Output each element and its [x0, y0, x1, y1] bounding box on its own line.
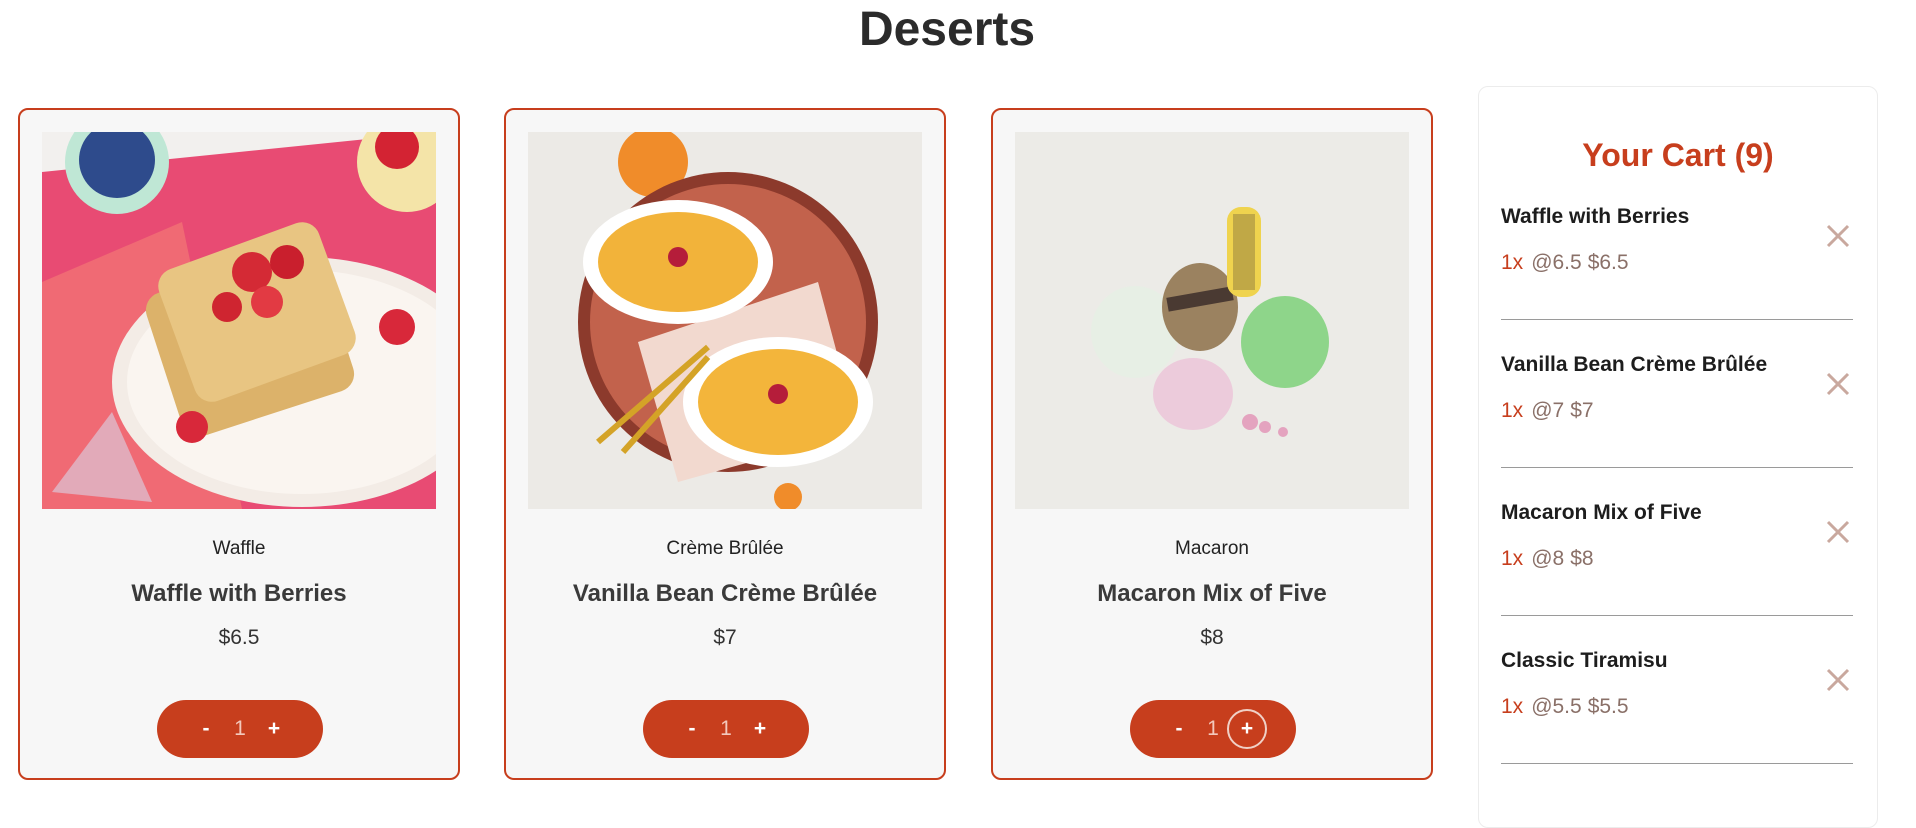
- cart-item: Vanilla Bean Crème Brûlée 1x @7 $7: [1501, 353, 1853, 468]
- increment-button[interactable]: +: [1227, 709, 1267, 749]
- product-card-waffle: Waffle Waffle with Berries $6.5 - 1 +: [18, 108, 460, 780]
- quantity-stepper: - 1 +: [157, 700, 323, 758]
- cart-item: Waffle with Berries 1x @6.5 $6.5: [1501, 205, 1853, 320]
- cart-item-quantity: 1x: [1501, 695, 1524, 718]
- cart-panel: Your Cart (9) Waffle with Berries 1x @6.5…: [1478, 86, 1878, 828]
- product-price: $8: [1200, 626, 1224, 649]
- cart-item: Macaron Mix of Five 1x @8 $8: [1501, 501, 1853, 616]
- cart-item-name: Vanilla Bean Crème Brûlée: [1501, 353, 1768, 376]
- quantity-stepper: - 1 +: [643, 700, 809, 758]
- product-name: Waffle with Berries: [131, 580, 347, 607]
- product-category: Crème Brûlée: [666, 538, 784, 559]
- cart-item-total: $7: [1570, 399, 1594, 422]
- cart-item-unit-price: @5.5: [1531, 695, 1582, 718]
- cart-item-unit-price: @6.5: [1531, 251, 1582, 274]
- cart-item-quantity: 1x: [1501, 547, 1524, 570]
- close-icon[interactable]: [1823, 517, 1853, 547]
- cart-item-total: $6.5: [1587, 251, 1629, 274]
- cart-item-name: Waffle with Berries: [1501, 205, 1690, 228]
- cart-item-total: $5.5: [1587, 695, 1629, 718]
- increment-button[interactable]: +: [740, 709, 780, 749]
- cart-item-name: Classic Tiramisu: [1501, 649, 1668, 672]
- close-icon[interactable]: [1823, 369, 1853, 399]
- quantity-stepper: - 1 +: [1130, 700, 1296, 758]
- cart-item-unit-price: @7: [1531, 399, 1565, 422]
- product-card-creme-brulee: Crème Brûlée Vanilla Bean Crème Brûlée $…: [504, 108, 946, 780]
- page-title: Deserts: [858, 3, 1036, 56]
- cart-title: Your Cart (9): [1582, 137, 1774, 173]
- product-price: $7: [713, 626, 737, 649]
- cart-item-total: $8: [1570, 547, 1594, 570]
- creme-brulee-image: [528, 132, 922, 509]
- product-name: Macaron Mix of Five: [1097, 580, 1327, 607]
- product-category: Macaron: [1175, 538, 1249, 559]
- increment-button[interactable]: +: [254, 709, 294, 749]
- cart-item-unit-price: @8: [1531, 547, 1565, 570]
- product-category: Waffle: [212, 538, 266, 559]
- product-card-macaron: Macaron Macaron Mix of Five $8 - 1 +: [991, 108, 1433, 780]
- close-icon[interactable]: [1823, 221, 1853, 251]
- macaron-image: [1015, 132, 1409, 509]
- product-name: Vanilla Bean Crème Brûlée: [572, 580, 878, 607]
- product-price: $6.5: [218, 626, 260, 649]
- cart-item-quantity: 1x: [1501, 399, 1524, 422]
- waffle-image: [42, 132, 436, 509]
- cart-item-quantity: 1x: [1501, 251, 1524, 274]
- cart-item-name: Macaron Mix of Five: [1501, 501, 1702, 524]
- cart-item: Classic Tiramisu 1x @5.5 $5.5: [1501, 649, 1853, 764]
- close-icon[interactable]: [1823, 665, 1853, 695]
